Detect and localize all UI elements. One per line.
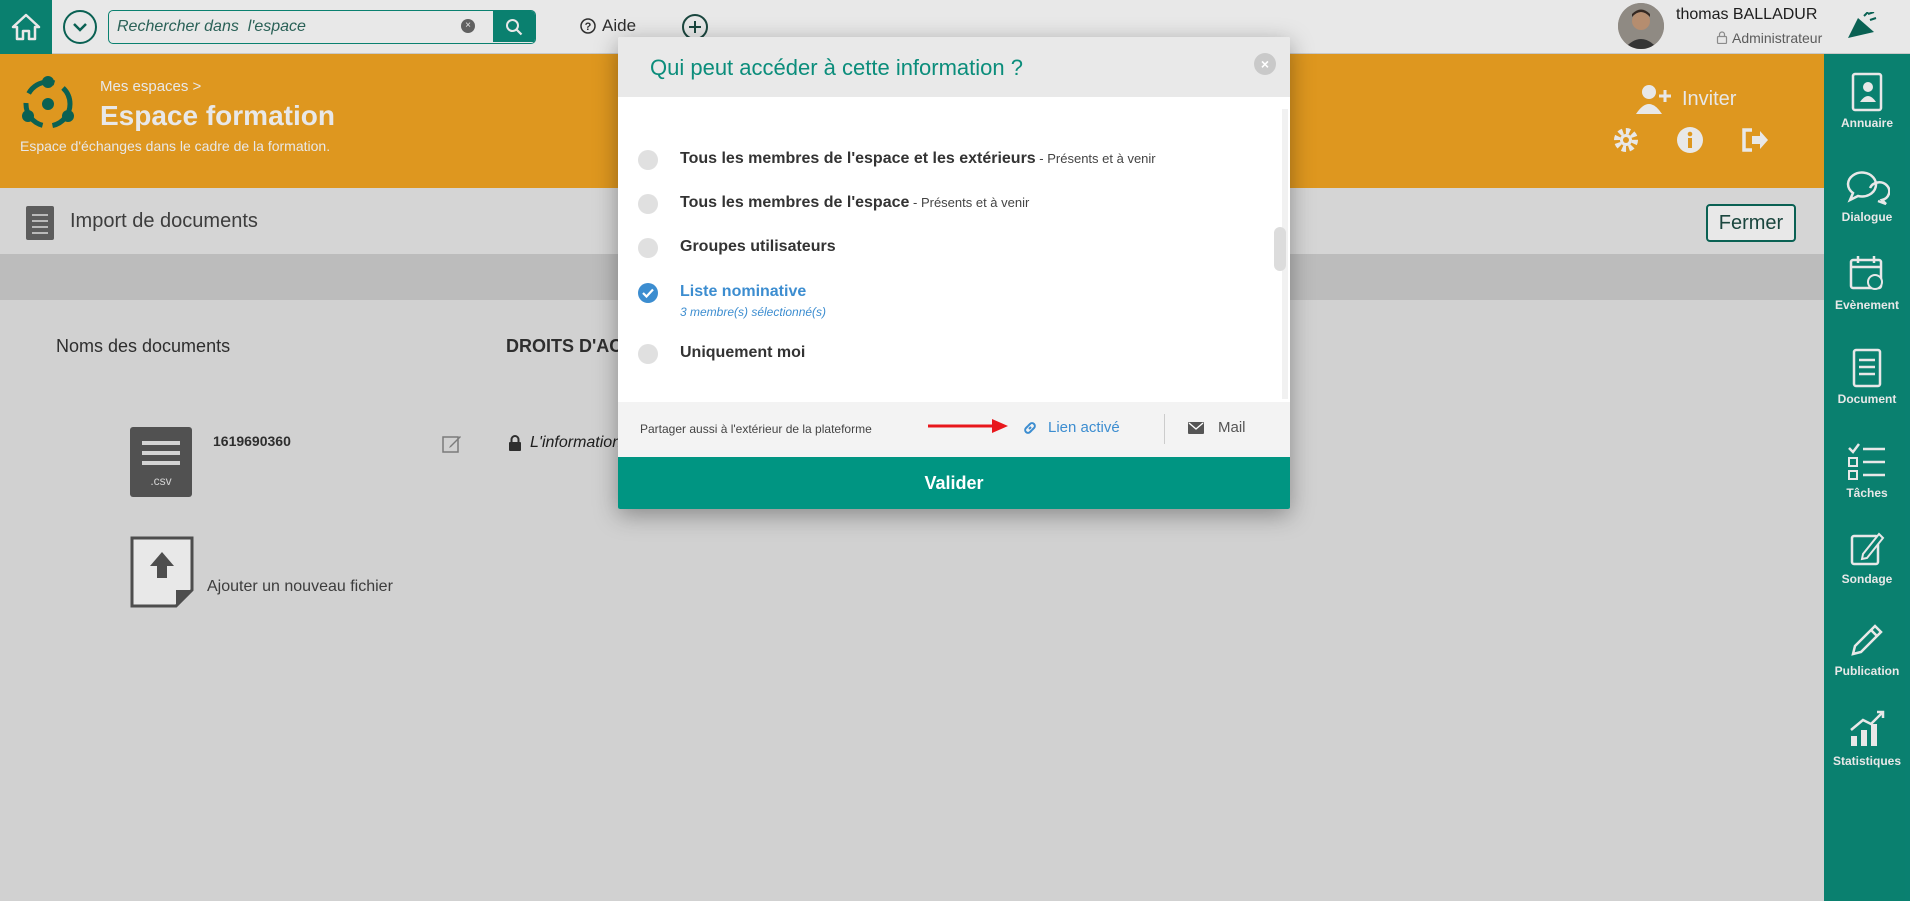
link-icon <box>1024 421 1036 434</box>
external-share-row: Partager aussi à l'extérieur de la plate… <box>618 402 1290 457</box>
radio-button[interactable] <box>638 194 658 214</box>
option-label: Tous les membres de l'espace <box>680 194 910 211</box>
option-user-groups[interactable]: Groupes utilisateurs <box>638 238 836 258</box>
option-named-list[interactable]: Liste nominative 3 membre(s) sélectionné… <box>638 283 826 319</box>
radio-button-checked[interactable] <box>638 283 658 303</box>
option-label: Uniquement moi <box>680 344 806 361</box>
radio-button[interactable] <box>638 150 658 170</box>
option-label: Liste nominative <box>680 283 807 300</box>
check-icon <box>642 288 654 298</box>
link-toggle-button[interactable]: Lien activé <box>1022 419 1120 436</box>
close-icon[interactable]: × <box>1254 53 1276 75</box>
modal-title: Qui peut accéder à cette information ? <box>650 55 1023 80</box>
option-only-me[interactable]: Uniquement moi <box>638 344 805 364</box>
option-all-members-and-external[interactable]: Tous les membres de l'espace et les exté… <box>638 150 1156 170</box>
selected-members-count[interactable]: 3 membre(s) sélectionné(s) <box>680 305 826 319</box>
mail-button[interactable]: Mail <box>1188 419 1246 436</box>
modal-body: Tous les membres de l'espace et les exté… <box>618 97 1290 402</box>
link-label: Lien activé <box>1048 419 1120 436</box>
option-sublabel: - Présents et à venir <box>1035 151 1156 166</box>
option-sublabel: - Présents et à venir <box>909 195 1030 210</box>
option-label: Tous les membres de l'espace et les exté… <box>680 150 1036 167</box>
modal-header: Qui peut accéder à cette information ? × <box>618 37 1290 97</box>
option-all-members[interactable]: Tous les membres de l'espace - Présents … <box>638 194 1029 214</box>
radio-button[interactable] <box>638 344 658 364</box>
mail-label: Mail <box>1218 419 1246 436</box>
access-rights-modal: Qui peut accéder à cette information ? ×… <box>618 37 1290 509</box>
share-text: Partager aussi à l'extérieur de la plate… <box>640 422 872 436</box>
red-arrow-icon <box>928 419 1008 433</box>
validate-button[interactable]: Valider <box>618 457 1290 509</box>
radio-button[interactable] <box>638 238 658 258</box>
envelope-icon <box>1188 421 1204 434</box>
divider <box>1164 414 1165 444</box>
scrollbar-thumb[interactable] <box>1274 227 1286 271</box>
option-label: Groupes utilisateurs <box>680 238 836 255</box>
